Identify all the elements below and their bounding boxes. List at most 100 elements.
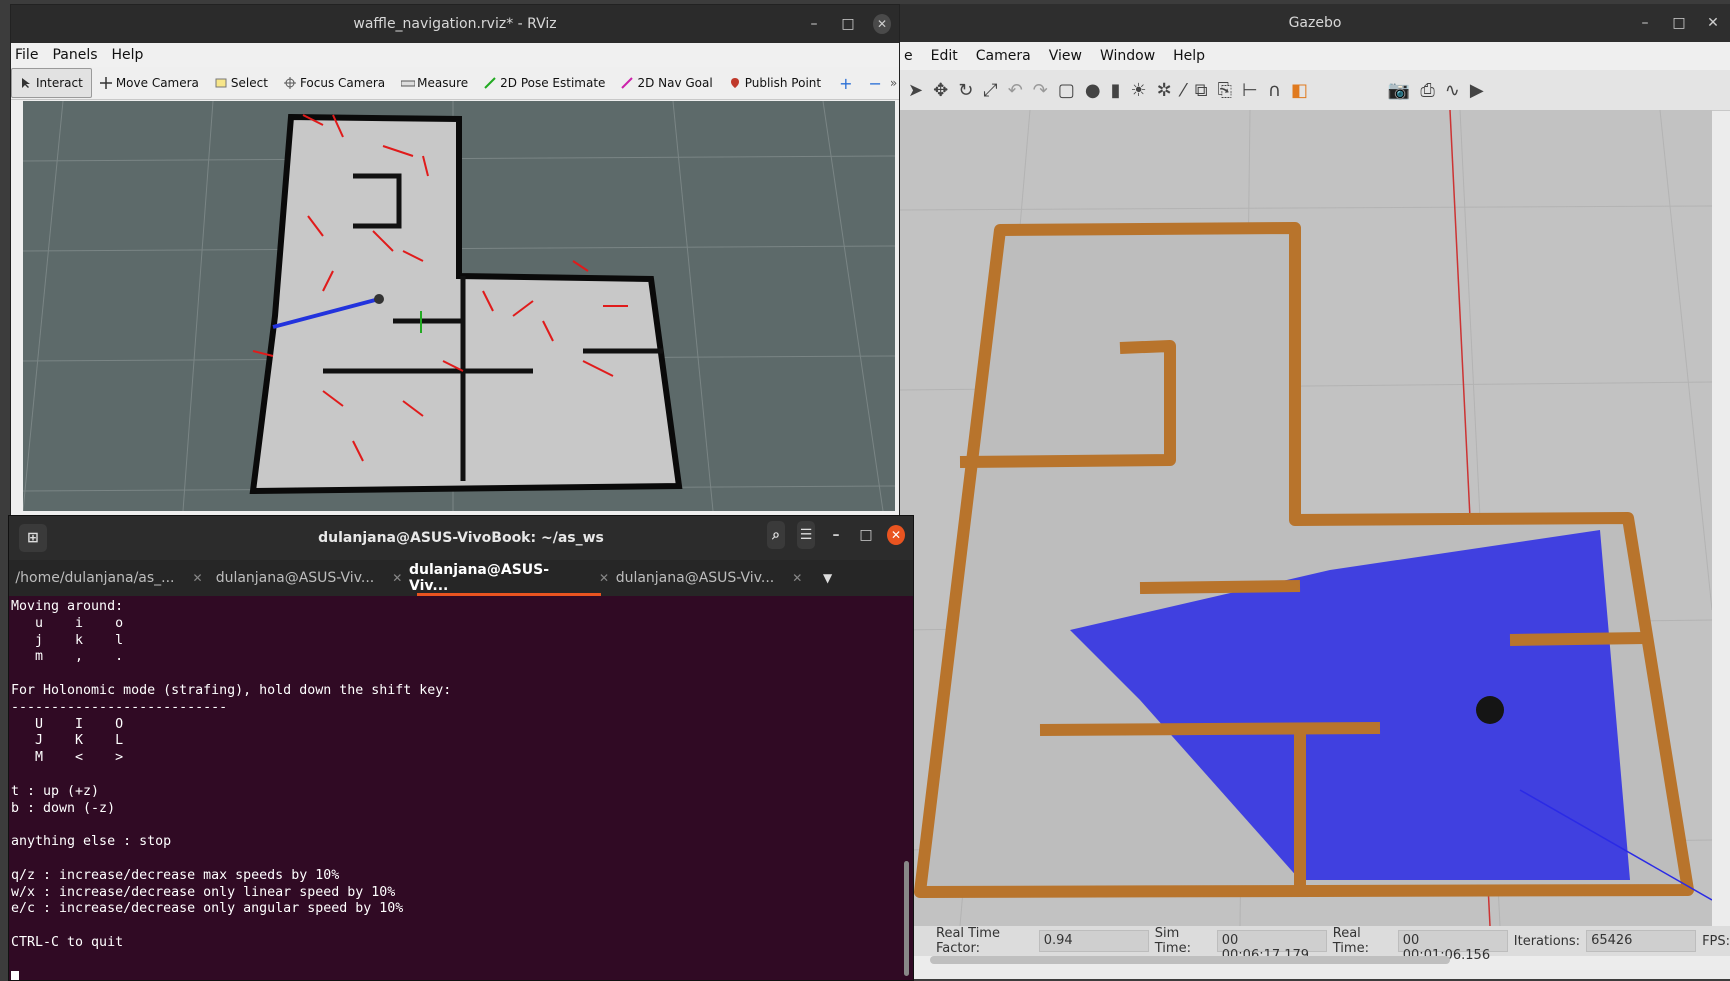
terminal-tab[interactable]: dulanjana@ASUS-Viv... ✕ [209, 560, 409, 596]
copy-icon[interactable]: ⧉ [1195, 80, 1208, 101]
point-light-icon[interactable]: ☀ [1131, 80, 1147, 101]
translate-mode-icon[interactable]: ✥ [933, 80, 948, 101]
terminal-line: m , . [11, 649, 124, 665]
terminal-line: CTRL-C to quit [11, 934, 124, 950]
terminal-line: U I O [11, 716, 124, 732]
terminal-output[interactable]: Moving around: u i o j k l m , . For Hol… [11, 599, 452, 980]
redo-icon[interactable]: ↷ [1033, 80, 1048, 101]
tab-label: dulanjana@ASUS-Viv... [409, 562, 550, 594]
terminal-line: --------------------------- [11, 699, 228, 715]
tab-list-dropdown-icon[interactable]: ▼ [823, 571, 832, 585]
menu-file[interactable]: File [15, 47, 38, 63]
search-icon[interactable]: ⌕ [767, 521, 785, 549]
close-tab-icon[interactable]: ✕ [392, 571, 402, 585]
rotate-mode-icon[interactable]: ↻ [958, 80, 973, 101]
select-icon [215, 77, 227, 89]
nav-goal-tool[interactable]: 2D Nav Goal [613, 69, 720, 97]
terminal-window: ⊞ dulanjana@ASUS-VivoBook: ~/as_ws ⌕ ☰ –… [8, 515, 914, 981]
menu-camera[interactable]: Camera [976, 48, 1031, 64]
terminal-scrollbar[interactable] [904, 861, 909, 976]
publish-point-tool[interactable]: Publish Point [721, 69, 829, 97]
rviz-3d-view[interactable] [23, 101, 895, 511]
terminal-tab[interactable]: /home/dulanjana/as_... ✕ [9, 560, 209, 596]
log-icon[interactable]: ⎙ [1420, 80, 1434, 101]
gazebo-world-render [900, 110, 1712, 926]
gazebo-3d-scene[interactable] [900, 110, 1712, 926]
rviz-map-render [23, 101, 895, 511]
publish-point-label: Publish Point [744, 76, 822, 90]
maximize-icon[interactable]: □ [839, 16, 857, 32]
new-tab-icon[interactable]: ⊞ [19, 524, 47, 552]
ruler-icon [400, 77, 416, 89]
overflow-icon[interactable]: » [890, 76, 897, 90]
snap-icon[interactable]: ∩ [1268, 80, 1281, 101]
tab-label: /home/dulanjana/as_... [15, 570, 175, 586]
terminal-line: For Holonomic mode (strafing), hold down… [11, 682, 452, 698]
rviz-title: waffle_navigation.rviz* - RViz [353, 16, 557, 32]
maximize-icon[interactable]: □ [857, 527, 875, 543]
menu-view[interactable]: View [1049, 48, 1082, 64]
nav-goal-label: 2D Nav Goal [637, 76, 713, 90]
gazebo-menubar: e Edit Camera View Window Help [900, 42, 1730, 70]
select-mode-icon[interactable]: ➤ [908, 80, 923, 101]
sim-time-value: 00 00:06:17.179 [1216, 930, 1327, 963]
menu-window[interactable]: Window [1100, 48, 1155, 64]
close-tab-icon[interactable]: ✕ [193, 571, 203, 585]
real-time-label: Real Time: [1332, 926, 1369, 956]
plot-icon[interactable]: ∿ [1445, 80, 1460, 101]
iterations-label: Iterations: [1513, 933, 1581, 949]
gazebo-statusbar: Real Time Factor: 0.94 Sim Time: 00 00:0… [900, 926, 1730, 963]
video-icon[interactable]: ▶ [1470, 80, 1484, 101]
terminal-tab-active[interactable]: dulanjana@ASUS-Viv... ✕ [409, 560, 609, 596]
close-icon[interactable]: ✕ [873, 14, 891, 34]
menu-help[interactable]: Help [112, 47, 144, 63]
select-tool[interactable]: Select [207, 69, 276, 97]
directional-light-icon[interactable]: ⁄ [1182, 80, 1185, 101]
terminal-line: w/x : increase/decrease only linear spee… [11, 884, 396, 900]
terminal-tab[interactable]: dulanjana@ASUS-Viv... ✕ [609, 560, 809, 596]
undo-icon[interactable]: ↶ [1008, 80, 1023, 101]
menu-panels[interactable]: Panels [52, 47, 97, 63]
sphere-icon[interactable]: ● [1085, 80, 1101, 101]
terminal-line: t : up (+z) [11, 783, 100, 799]
terminal-line: M < > [11, 750, 124, 766]
menu-help[interactable]: Help [1173, 48, 1205, 64]
move-icon [99, 77, 112, 89]
gazebo-titlebar[interactable]: Gazebo – □ ✕ [900, 4, 1730, 42]
gazebo-toolbar: ➤ ✥ ↻ ⤢ ↶ ↷ ▢ ● ▮ ☀ ✲ ⁄ ⧉ ⎘ ⊢ ∩ ◧ 📷 ⎙ ∿ … [900, 70, 1730, 111]
hamburger-menu-icon[interactable]: ☰ [797, 521, 815, 549]
terminal-title: dulanjana@ASUS-VivoBook: ~/as_ws [318, 530, 604, 546]
menu-edit[interactable]: Edit [931, 48, 958, 64]
minimize-icon[interactable]: – [805, 16, 823, 32]
interact-tool[interactable]: Interact [11, 68, 92, 98]
terminal-titlebar[interactable]: ⊞ dulanjana@ASUS-VivoBook: ~/as_ws ⌕ ☰ –… [9, 516, 913, 560]
close-icon[interactable]: ✕ [1704, 15, 1722, 31]
rviz-window: waffle_navigation.rviz* - RViz – □ ✕ Fil… [10, 4, 900, 518]
rviz-menubar: File Panels Help [11, 43, 899, 67]
change-view-icon[interactable]: ◧ [1291, 80, 1308, 101]
rviz-toolbar: Interact Move Camera Select Focus Camera… [11, 67, 899, 100]
focus-camera-tool[interactable]: Focus Camera [276, 69, 393, 97]
minus-icon[interactable]: − [869, 74, 882, 93]
minimize-icon[interactable]: – [827, 527, 845, 543]
rviz-titlebar[interactable]: waffle_navigation.rviz* - RViz – □ ✕ [11, 5, 899, 43]
paste-icon[interactable]: ⎘ [1218, 80, 1232, 101]
pose-estimate-tool[interactable]: 2D Pose Estimate [476, 69, 613, 97]
measure-tool[interactable]: Measure [393, 69, 476, 97]
close-icon[interactable]: ✕ [887, 525, 905, 545]
spot-light-icon[interactable]: ✲ [1157, 80, 1172, 101]
menu-file-partial[interactable]: e [904, 48, 913, 64]
plus-icon[interactable]: + [839, 74, 852, 93]
align-icon[interactable]: ⊢ [1242, 80, 1258, 101]
cylinder-icon[interactable]: ▮ [1111, 80, 1121, 101]
pose-estimate-label: 2D Pose Estimate [500, 76, 606, 90]
minimize-icon[interactable]: – [1636, 15, 1654, 31]
box-icon[interactable]: ▢ [1058, 80, 1075, 101]
close-tab-icon[interactable]: ✕ [599, 571, 609, 585]
screenshot-icon[interactable]: 📷 [1388, 80, 1410, 101]
gazebo-hscrollbar[interactable] [930, 956, 1450, 964]
close-tab-icon[interactable]: ✕ [792, 571, 802, 585]
maximize-icon[interactable]: □ [1670, 15, 1688, 31]
scale-mode-icon[interactable]: ⤢ [983, 80, 997, 101]
move-camera-tool[interactable]: Move Camera [92, 69, 207, 97]
